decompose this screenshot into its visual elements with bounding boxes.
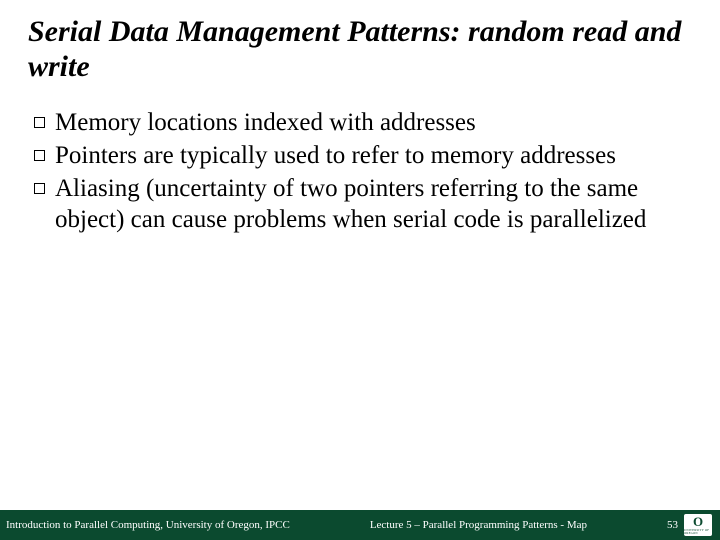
- body-area: Memory locations indexed with addresses …: [0, 85, 720, 510]
- list-item: Memory locations indexed with addresses: [34, 107, 686, 138]
- logo-caption: UNIVERSITY OF OREGON: [684, 529, 712, 535]
- footer-left-text: Introduction to Parallel Computing, Univ…: [6, 519, 290, 531]
- bullet-text: Pointers are typically used to refer to …: [55, 140, 686, 171]
- footer-bar: Introduction to Parallel Computing, Univ…: [0, 510, 720, 540]
- square-bullet-icon: [34, 117, 45, 128]
- list-item: Aliasing (uncertainty of two pointers re…: [34, 173, 686, 235]
- university-logo-icon: O UNIVERSITY OF OREGON: [684, 514, 712, 536]
- footer-center-text: Lecture 5 – Parallel Programming Pattern…: [290, 519, 667, 531]
- bullet-text: Memory locations indexed with addresses: [55, 107, 686, 138]
- logo-letter: O: [693, 515, 703, 528]
- list-item: Pointers are typically used to refer to …: [34, 140, 686, 171]
- slide: Serial Data Management Patterns: random …: [0, 0, 720, 540]
- page-number: 53: [667, 519, 678, 531]
- bullet-list: Memory locations indexed with addresses …: [34, 107, 686, 235]
- title-area: Serial Data Management Patterns: random …: [0, 0, 720, 85]
- bullet-text: Aliasing (uncertainty of two pointers re…: [55, 173, 686, 235]
- square-bullet-icon: [34, 150, 45, 161]
- square-bullet-icon: [34, 183, 45, 194]
- footer-right: 53 O UNIVERSITY OF OREGON: [667, 514, 712, 536]
- slide-title: Serial Data Management Patterns: random …: [28, 14, 692, 85]
